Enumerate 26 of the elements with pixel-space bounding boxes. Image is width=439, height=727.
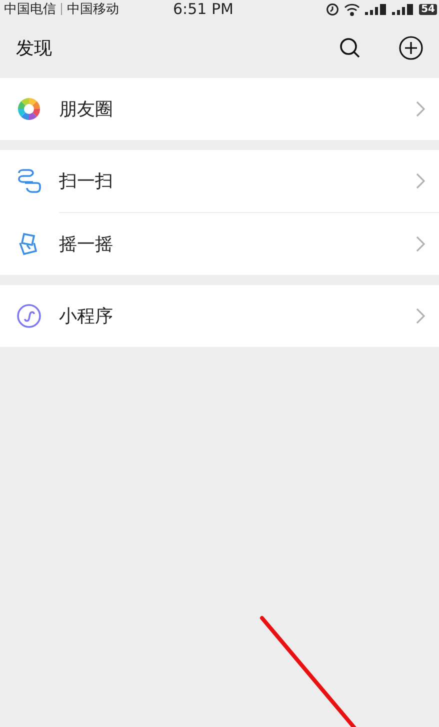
menu-item[interactable]: 扫一扫 — [0, 150, 439, 212]
signal-icon — [392, 3, 414, 15]
menu-label: 小程序 — [59, 305, 113, 328]
chevron-icon — [416, 308, 425, 324]
menu-label: 朋友圈 — [59, 98, 113, 121]
page-title: 发现 — [16, 37, 52, 60]
wifi-icon — [344, 2, 360, 16]
carrier-name: 中国电信 — [4, 1, 56, 18]
chevron-icon — [416, 236, 425, 252]
menu-item[interactable]: 小程序 — [0, 285, 439, 347]
add-icon[interactable] — [399, 36, 423, 60]
status-time: 6:51 PM — [173, 0, 234, 18]
mini-program-icon — [16, 303, 42, 329]
aperture-icon — [16, 96, 42, 122]
menu-label: 摇一摇 — [59, 233, 113, 256]
search-icon[interactable] — [339, 37, 361, 59]
chevron-icon — [416, 173, 425, 189]
menu-label: 扫一扫 — [59, 170, 113, 193]
menu-item[interactable]: 摇一摇 — [0, 213, 439, 275]
alarm-icon — [326, 2, 340, 16]
signal-icon — [365, 3, 388, 15]
menu-item[interactable]: 朋友圈 — [0, 78, 439, 140]
carrier-name: 中国移动 — [67, 1, 119, 18]
chevron-icon — [416, 101, 425, 117]
battery-level: 54 — [419, 4, 437, 14]
scan-icon — [16, 168, 42, 194]
